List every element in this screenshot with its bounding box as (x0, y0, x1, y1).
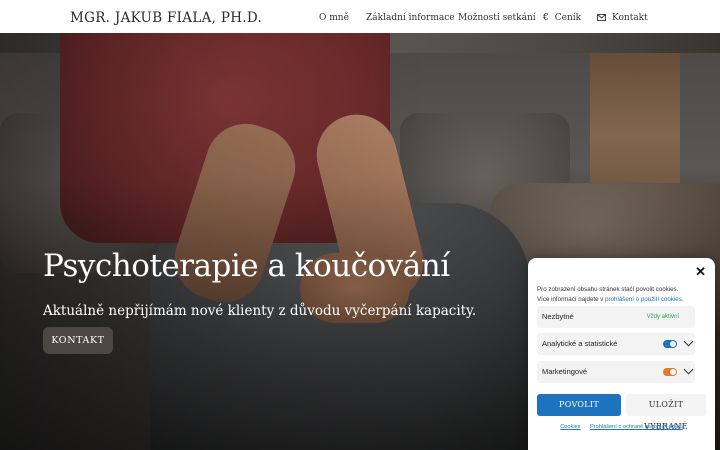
cookie-category-marketing[interactable]: Marketingové (537, 361, 695, 383)
hero-subtitle: Aktuálně nepřijímám nové klienty z důvod… (43, 303, 477, 319)
close-icon[interactable]: ✕ (695, 264, 706, 280)
accept-all-button[interactable]: POVOLIT VŠECHNY (537, 394, 621, 431)
chevron-down-icon[interactable] (683, 364, 694, 375)
nav-kontakt-label: Kontakt (612, 13, 648, 23)
cookie-consent-panel: ✕ Pro zobrazení obsahu stránek stačí pov… (528, 258, 715, 450)
marketing-toggle[interactable] (663, 368, 677, 376)
nav-kontakt[interactable]: Kontakt (597, 13, 648, 23)
cookie-policy-link[interactable]: prohlášení o použití cookies (605, 296, 682, 303)
nav-zakladni-informace[interactable]: Základní informace (366, 13, 455, 23)
contact-button[interactable]: KONTAKT (43, 327, 113, 354)
category-label: Marketingové (542, 367, 588, 376)
hero-title: Psychoterapie a koučování (43, 248, 450, 284)
cookie-footer-links: Cookies Prohlášení o ochraně osobních úd… (528, 424, 715, 430)
nav-cenik-label: Ceník (554, 13, 582, 23)
save-selected-button[interactable]: ULOŽIT VYBRANÉ (626, 394, 706, 431)
cookies-link[interactable]: Cookies (560, 424, 580, 430)
cookie-category-necessary[interactable]: Nezbytné Vždy aktivní (537, 306, 695, 328)
nav-o-mne[interactable]: O mně (319, 13, 349, 23)
nav-cenik[interactable]: € Ceník (543, 13, 581, 23)
chevron-down-icon[interactable] (683, 336, 694, 347)
envelope-icon (597, 13, 606, 23)
euro-icon: € (543, 13, 549, 23)
site-header: MGR. JAKUB FIALA, PH.D. O mně Základní i… (0, 0, 720, 34)
cookie-description: Pro zobrazení obsahu stránek stačí povol… (537, 286, 684, 303)
category-label: Analytické a statistické (542, 339, 618, 348)
cookie-category-analytics[interactable]: Analytické a statistické (537, 333, 695, 355)
category-label: Nezbytné (542, 312, 574, 321)
privacy-policy-link[interactable]: Prohlášení o ochraně osobních údajů (590, 424, 683, 430)
nav-moznosti-setkani[interactable]: Možnosti setkání (458, 13, 536, 23)
analytics-toggle[interactable] (663, 340, 677, 348)
site-logo[interactable]: MGR. JAKUB FIALA, PH.D. (70, 10, 262, 26)
always-active-status: Vždy aktivní (646, 314, 679, 320)
